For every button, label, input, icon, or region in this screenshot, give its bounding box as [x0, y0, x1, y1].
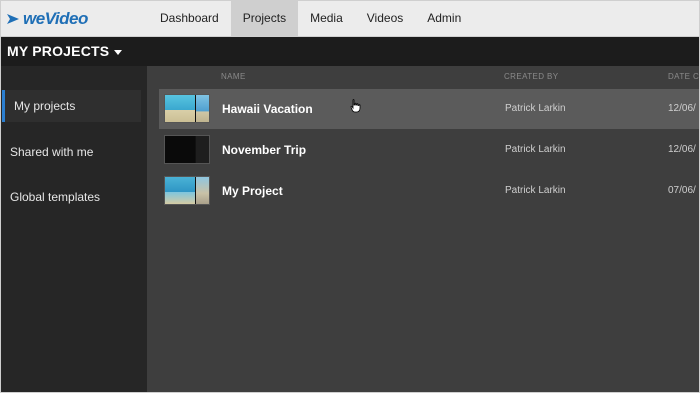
project-thumbnail — [164, 135, 210, 164]
sidebar-item-shared-with-me[interactable]: Shared with me — [2, 136, 141, 168]
project-creator: Patrick Larkin — [505, 185, 566, 196]
wevideo-logo-icon — [7, 14, 19, 24]
project-creator: Patrick Larkin — [505, 103, 566, 114]
project-name: Hawaii Vacation — [222, 102, 313, 116]
project-row-hawaii-vacation[interactable]: Hawaii Vacation Patrick Larkin 12/06/ — [159, 89, 700, 129]
main-nav: Dashboard Projects Media Videos Admin — [148, 0, 473, 36]
nav-videos[interactable]: Videos — [355, 0, 415, 36]
hand-pointer-cursor-icon — [350, 99, 361, 113]
project-row-my-project[interactable]: My Project Patrick Larkin 07/06/ — [159, 171, 700, 211]
column-header-name[interactable]: NAME — [221, 72, 246, 81]
caret-down-icon — [114, 49, 123, 55]
project-date: 12/06/ — [668, 144, 696, 155]
nav-media[interactable]: Media — [298, 0, 355, 36]
project-creator: Patrick Larkin — [505, 144, 566, 155]
project-date: 07/06/ — [668, 185, 696, 196]
projects-list: NAME CREATED BY DATE C Hawaii Vacation P… — [147, 66, 700, 393]
column-header-date[interactable]: DATE C — [668, 72, 699, 81]
sidebar-item-global-templates[interactable]: Global templates — [2, 181, 141, 213]
project-thumbnail — [164, 176, 210, 205]
logo-text: weVideo — [23, 9, 88, 28]
nav-dashboard[interactable]: Dashboard — [148, 0, 231, 36]
page-title: MY PROJECTS — [7, 43, 110, 59]
my-projects-dropdown[interactable]: MY PROJECTS — [7, 43, 123, 59]
project-date: 12/06/ — [668, 103, 696, 114]
nav-projects[interactable]: Projects — [230, 0, 299, 36]
top-nav-bar: weVideo Dashboard Projects Media Videos … — [0, 0, 700, 37]
column-header-created-by[interactable]: CREATED BY — [504, 72, 559, 81]
project-thumbnail — [164, 94, 210, 123]
project-name: November Trip — [222, 143, 307, 157]
wevideo-logo[interactable]: weVideo — [6, 9, 88, 29]
projects-header: MY PROJECTS — [0, 37, 700, 66]
sidebar: My projects Shared with me Global templa… — [0, 66, 147, 393]
nav-admin[interactable]: Admin — [415, 0, 473, 36]
sidebar-item-my-projects[interactable]: My projects — [2, 90, 141, 122]
project-name: My Project — [222, 184, 283, 198]
project-row-november-trip[interactable]: November Trip Patrick Larkin 12/06/ — [159, 130, 700, 170]
